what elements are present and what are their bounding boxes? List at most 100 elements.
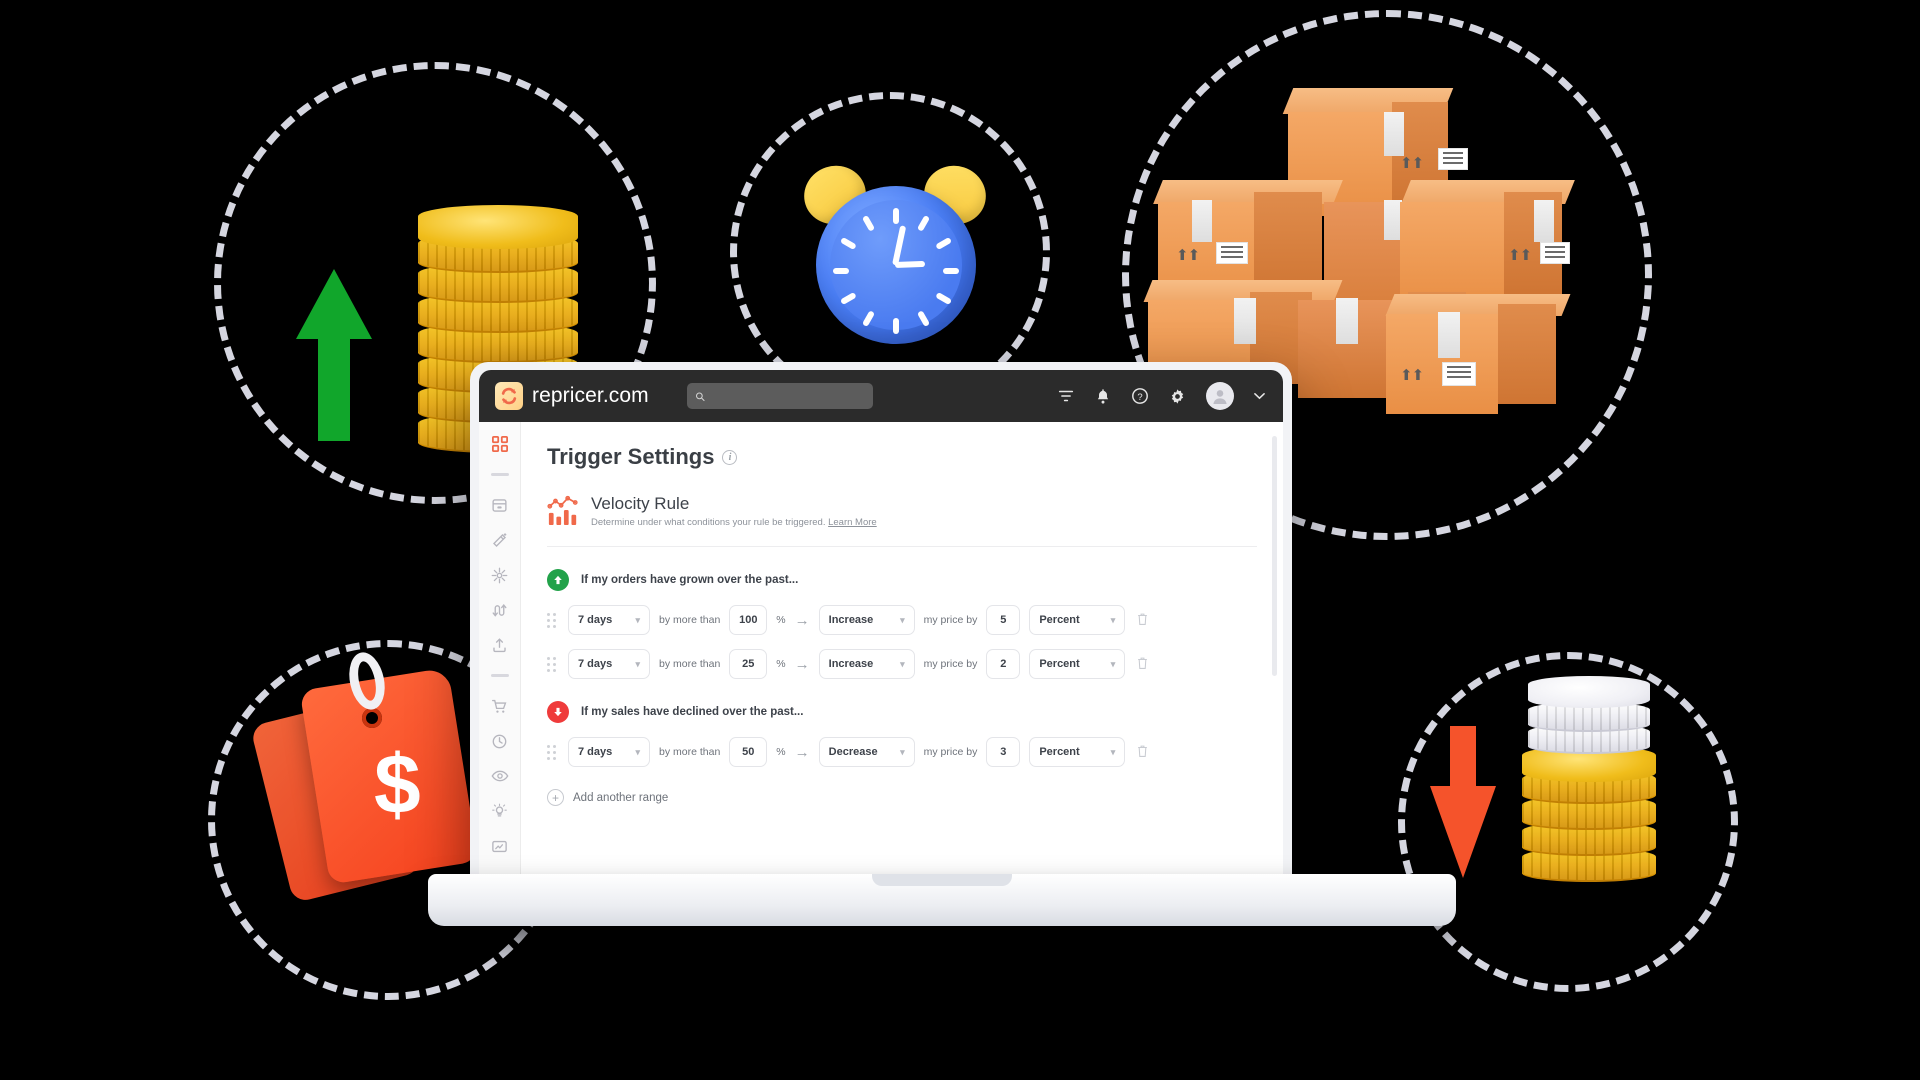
arrow-up-icon <box>547 569 569 591</box>
period-value: 7 days <box>578 746 613 758</box>
action-select[interactable]: Increase ▾ <box>818 649 915 679</box>
app-body: Trigger Settings i Velocity Rule Determi… <box>479 422 1283 886</box>
gear-icon[interactable] <box>1169 388 1186 405</box>
amount-unit-select[interactable]: Percent ▾ <box>1029 605 1126 635</box>
laptop-notch <box>872 874 1012 886</box>
app-sidebar <box>479 422 521 886</box>
velocity-chart-icon <box>547 494 579 526</box>
sidebar-item-repricer[interactable] <box>490 600 510 620</box>
brand[interactable]: repricer.com <box>495 382 649 410</box>
chevron-down-icon: ▾ <box>1110 746 1116 757</box>
chevron-down-icon: ▾ <box>900 658 905 669</box>
chevron-down-icon: ▾ <box>1110 658 1116 669</box>
sidebar-item-history[interactable] <box>490 731 510 751</box>
laptop-lid: repricer.com ? Trigger Settings i Veloci… <box>470 362 1292 902</box>
arrow-down-icon <box>547 701 569 723</box>
amount-unit-select[interactable]: Percent ▾ <box>1029 737 1126 767</box>
content-panel: Trigger Settings i Velocity Rule Determi… <box>521 422 1283 886</box>
page-title-text: Trigger Settings <box>547 444 715 469</box>
condition-row: 7 days ▾ by more than 25 % → Increase ▾ … <box>547 649 1257 679</box>
info-icon[interactable]: i <box>722 449 738 465</box>
amount-input[interactable]: 5 <box>986 605 1021 635</box>
search-input[interactable] <box>710 390 865 402</box>
topbar-actions: ? <box>1057 382 1265 410</box>
amount-value: 5 <box>1000 614 1007 626</box>
search-icon <box>695 391 705 401</box>
action-label: my price by <box>923 658 978 670</box>
period-value: 7 days <box>578 658 613 670</box>
blue-alarm-clock-illustration <box>796 157 994 350</box>
threshold-unit: % <box>776 746 786 758</box>
app-topbar: repricer.com ? <box>479 370 1283 422</box>
svg-text:?: ? <box>1137 392 1142 403</box>
add-another-range-button[interactable]: + Add another range <box>547 789 1257 806</box>
drag-handle[interactable] <box>547 612 559 628</box>
scene: ⬆⬆ ⬆⬆ ⬆⬆ ⬆⬆ $ repricer.com ? Trigger Set… <box>0 0 1920 1080</box>
action-select[interactable]: Decrease ▾ <box>818 737 915 767</box>
drag-handle[interactable] <box>547 656 559 672</box>
condition-row: 7 days ▾ by more than 50 % → Decrease ▾ … <box>547 737 1257 767</box>
help-icon[interactable]: ? <box>1131 387 1149 405</box>
amount-input[interactable]: 2 <box>986 649 1021 679</box>
action-select[interactable]: Increase ▾ <box>818 605 915 635</box>
sidebar-item-network[interactable] <box>490 565 510 585</box>
delete-row-icon[interactable] <box>1136 612 1149 629</box>
avatar[interactable] <box>1206 382 1234 410</box>
condition-group-heading-declined: If my sales have declined over the past.… <box>547 701 1257 723</box>
arrow-right-icon: → <box>794 611 810 629</box>
rule-description-text: Determine under what conditions your rul… <box>591 517 826 528</box>
delete-row-icon[interactable] <box>1136 744 1149 761</box>
sidebar-item-bulb[interactable] <box>490 801 510 821</box>
amount-unit-value: Percent <box>1039 614 1080 626</box>
condition-group-heading-grown: If my orders have grown over the past... <box>547 569 1257 591</box>
amount-value: 2 <box>1000 658 1007 670</box>
sidebar-item-magic-wand[interactable] <box>490 530 510 550</box>
sidebar-divider-1 <box>490 473 509 476</box>
threshold-input[interactable]: 100 <box>729 605 768 635</box>
learn-more-link[interactable]: Learn More <box>828 517 877 528</box>
threshold-unit: % <box>776 658 786 670</box>
action-value: Decrease <box>828 746 878 758</box>
threshold-unit: % <box>776 614 786 626</box>
sidebar-item-inbox[interactable] <box>490 495 510 515</box>
delete-row-icon[interactable] <box>1136 656 1149 673</box>
threshold-input[interactable]: 25 <box>729 649 768 679</box>
arrow-right-icon: → <box>794 655 810 673</box>
comparator-label: by more than <box>659 658 721 670</box>
period-select[interactable]: 7 days ▾ <box>568 605 650 635</box>
chevron-down-icon: ▾ <box>900 746 905 757</box>
sidebar-item-eye[interactable] <box>490 766 510 786</box>
action-label: my price by <box>923 746 978 758</box>
add-another-range-label: Add another range <box>573 791 669 804</box>
sidebar-item-dashboard[interactable] <box>490 434 510 454</box>
plus-circle-icon: + <box>547 789 564 806</box>
sidebar-item-report[interactable] <box>490 836 510 856</box>
chevron-down-icon: ▾ <box>635 658 640 669</box>
period-select[interactable]: 7 days ▾ <box>568 649 650 679</box>
threshold-value: 100 <box>739 614 758 626</box>
chevron-down-icon[interactable] <box>1254 392 1265 400</box>
sidebar-item-upload[interactable] <box>490 635 510 655</box>
bell-icon[interactable] <box>1095 388 1111 405</box>
rule-header-text: Velocity Rule Determine under what condi… <box>591 494 877 528</box>
sidebar-item-cart[interactable] <box>490 696 510 716</box>
amount-unit-value: Percent <box>1039 658 1080 670</box>
threshold-input[interactable]: 50 <box>729 737 768 767</box>
threshold-value: 50 <box>742 746 755 758</box>
chevron-down-icon: ▾ <box>635 746 640 757</box>
threshold-value: 25 <box>742 658 755 670</box>
amount-input[interactable]: 3 <box>986 737 1021 767</box>
clock-body <box>816 186 976 344</box>
drag-handle[interactable] <box>547 744 559 760</box>
filter-icon[interactable] <box>1057 387 1075 405</box>
condition-heading-text: If my orders have grown over the past... <box>581 574 799 586</box>
period-select[interactable]: 7 days ▾ <box>568 737 650 767</box>
chevron-down-icon: ▾ <box>635 614 640 625</box>
comparator-label: by more than <box>659 746 721 758</box>
sidebar-divider-2 <box>490 674 509 677</box>
amount-unit-select[interactable]: Percent ▾ <box>1029 649 1126 679</box>
search-box[interactable] <box>686 383 873 409</box>
chevron-down-icon: ▾ <box>1110 614 1116 625</box>
comparator-label: by more than <box>659 614 721 626</box>
content-scrollbar[interactable] <box>1272 436 1277 676</box>
